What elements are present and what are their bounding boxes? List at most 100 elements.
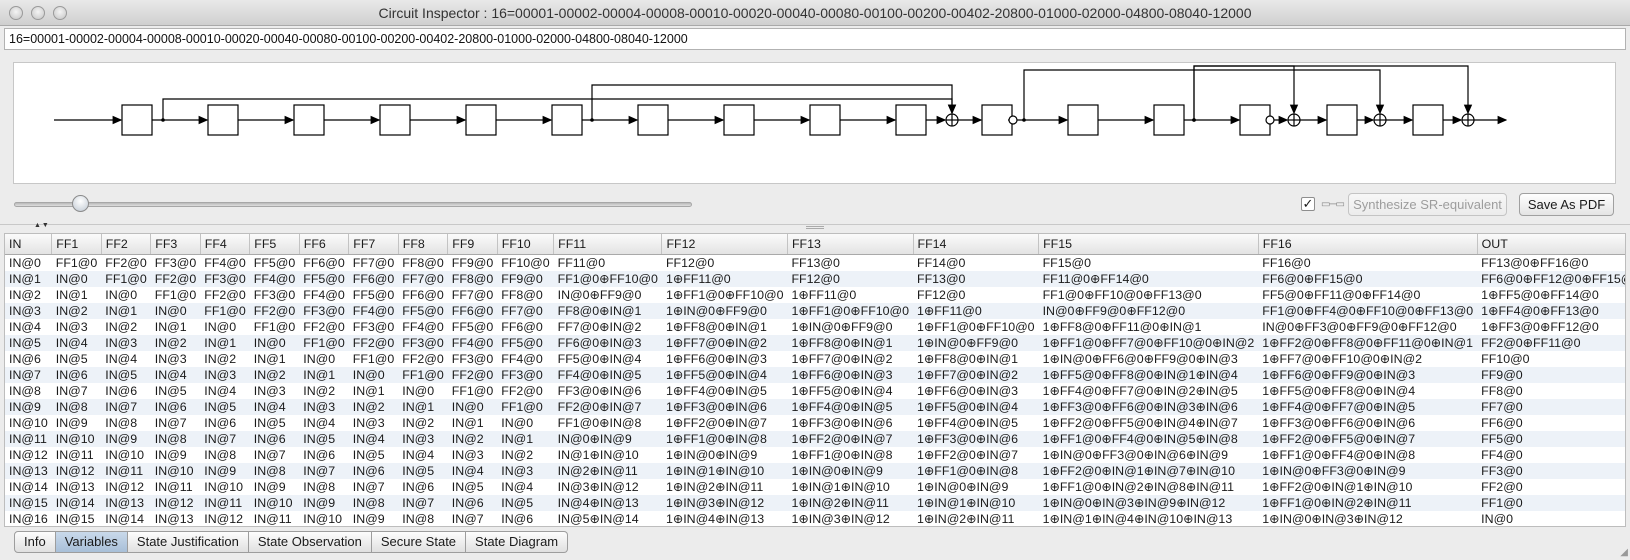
tab-state-diagram[interactable]: State Diagram <box>466 531 569 553</box>
tab-secure-state[interactable]: Secure State <box>371 531 467 553</box>
table-cell: FF2@0 <box>303 319 345 334</box>
title-bar: Circuit Inspector : 16=00001-00002-00004… <box>0 0 1630 26</box>
table-cell: 1⊕IN@0⊕IN@3⊕IN@12 <box>1262 511 1403 526</box>
column-header[interactable]: FF8 <box>398 234 449 255</box>
column-header[interactable]: IN <box>5 234 53 255</box>
table-cell: FF2@0 <box>447 366 498 383</box>
table-cell: 1⊕FF7@0⊕IN@2 <box>661 334 788 351</box>
table-cell: IN@14 <box>51 494 102 511</box>
table-row[interactable]: IN@16 IN@15 IN@14 IN@13 IN@12 IN@11 IN@10 IN@9 I… <box>5 511 1625 527</box>
column-header[interactable]: FF12 <box>661 234 788 255</box>
shift-register-checkbox[interactable]: ✓ <box>1301 197 1315 211</box>
table-cell: FF7@0 <box>497 302 554 319</box>
synthesize-sr-equivalent-button[interactable]: Synthesize SR-equivalent <box>1348 193 1507 216</box>
table-cell: IN@1 <box>398 398 448 415</box>
column-header[interactable]: FF3 <box>150 234 201 255</box>
table-row[interactable]: IN@6 IN@5 IN@4 IN@3 IN@2 IN@1 IN@0 FF1@0 FF2@0 FF… <box>5 351 1625 367</box>
table-cell: FF6@0⊕IN@3 <box>553 334 662 351</box>
window-resize-grip-icon[interactable]: ◢ <box>1620 547 1628 558</box>
table-row[interactable]: IN@3 IN@2 IN@1 IN@0 FF1@0 FF2@0 FF3@0 FF4@0 FF5@… <box>5 302 1625 319</box>
table-cell: FF2@0 <box>204 287 246 302</box>
table-cell: IN@11 <box>154 479 193 494</box>
table-cell: FF4@0 <box>402 319 444 334</box>
save-as-pdf-button[interactable]: Save As PDF <box>1519 193 1614 216</box>
table-cell: IN@5 <box>5 334 52 351</box>
column-header[interactable]: FF4 <box>200 234 251 255</box>
table-row[interactable]: IN@7 IN@6 IN@5 IN@4 IN@3 IN@2 IN@1 IN@0 FF1@0 FF2… <box>5 366 1625 383</box>
table-cell: 1⊕FF6@0⊕IN@3 <box>787 366 914 383</box>
column-header[interactable]: FF10 <box>497 234 555 255</box>
table-row[interactable]: IN@11 IN@10 IN@9 IN@8 IN@7 IN@6 IN@5 IN@4 IN@3 IN… <box>5 430 1625 447</box>
table-cell: FF1@0 <box>1477 494 1625 511</box>
split-collapse-arrows-icon[interactable]: ▲▼ <box>34 222 50 229</box>
zoom-slider-thumb[interactable] <box>72 195 89 212</box>
table-cell: IN@1 <box>497 430 554 447</box>
column-header[interactable]: OUT <box>1477 234 1625 255</box>
table-cell: 1⊕FF3@0⊕FF6@0⊕IN@3⊕IN@6 <box>1038 398 1259 415</box>
column-header[interactable]: FF6 <box>299 234 350 255</box>
column-header[interactable]: FF15 <box>1038 234 1259 255</box>
table-cell: IN@13 <box>55 479 95 494</box>
zoom-slider-track[interactable] <box>14 202 692 207</box>
table-row[interactable]: IN@8 IN@7 IN@6 IN@5 IN@4 IN@3 IN@2 IN@1 IN@0 FF1@… <box>5 383 1625 399</box>
table-row[interactable]: IN@9 IN@8 IN@7 IN@6 IN@5 IN@4 IN@3 IN@2 IN@1 IN@0… <box>5 398 1625 415</box>
table-cell: FF8@0 <box>501 287 543 302</box>
table-cell: 1⊕FF5@0⊕FF8@0⊕IN@1⊕IN@4 <box>1038 366 1259 383</box>
table-cell: FF16@0 <box>1262 255 1311 270</box>
table-cell: IN@0 <box>105 287 138 302</box>
table-cell: IN@0 <box>447 398 498 415</box>
table-row[interactable]: IN@1 IN@0 FF1@0 FF2@0 FF3@0 FF4@0 FF5@0 FF6@0 FF… <box>5 270 1625 287</box>
tab-info[interactable]: Info <box>14 531 56 553</box>
table-cell: IN@10 <box>249 494 300 511</box>
table-cell: FF2@0 <box>1481 479 1523 494</box>
table-cell: IN@0 <box>249 334 300 351</box>
table-cell: IN@10 <box>9 415 48 430</box>
table-cell: FF2@0 <box>402 351 444 366</box>
table-cell: 1⊕IN@1⊕IN@10 <box>913 494 1039 511</box>
table-cell: IN@6 <box>105 383 138 398</box>
split-grip-icon[interactable] <box>806 226 824 229</box>
flip-flop-box <box>1067 104 1099 136</box>
column-header[interactable]: FF2 <box>101 234 152 255</box>
table-cell: FF1@0 <box>55 255 98 270</box>
table-cell: IN@2 <box>303 383 336 398</box>
column-header[interactable]: FF7 <box>348 234 399 255</box>
variables-grid: IN FF1 FF2 FF3 FF4 FF5 FF6 FF7 FF8 FF9 FF10 FF11 FF1… <box>5 234 1625 527</box>
table-row[interactable]: IN@13 IN@12 IN@11 IN@10 IN@9 IN@8 IN@7 IN@6 IN@5… <box>5 462 1625 479</box>
expression-field[interactable]: 16=00001-00002-00004-00008-00010-00020-0… <box>4 28 1626 50</box>
table-cell: 1⊕FF2@0⊕FF5@0⊕IN@7 <box>1258 430 1478 447</box>
column-header[interactable]: FF1 <box>51 234 102 255</box>
table-cell: IN@4 <box>204 383 237 398</box>
flip-flop-box <box>207 104 239 136</box>
table-cell: 1⊕IN@3⊕IN@12 <box>661 494 788 511</box>
table-row[interactable]: IN@12 IN@11 IN@10 IN@9 IN@8 IN@7 IN@6 IN@5 IN@4 I… <box>5 447 1625 463</box>
tab-state-observation[interactable]: State Observation <box>248 531 372 553</box>
table-row[interactable]: IN@2 IN@1 IN@0 FF1@0 FF2@0 FF3@0 FF4@0 FF5@0 FF6… <box>5 287 1625 303</box>
table-row[interactable]: IN@10 IN@9 IN@8 IN@7 IN@6 IN@5 IN@4 IN@3 IN@2 IN@… <box>5 415 1625 431</box>
table-cell: 1⊕FF1@0⊕IN@8 <box>661 430 788 447</box>
tab-state-justification[interactable]: State Justification <box>127 531 249 553</box>
column-header[interactable]: FF9 <box>447 234 498 255</box>
table-cell: FF14@0 <box>917 255 966 270</box>
table-cell: 1⊕FF2@0⊕IN@1⊕IN@7⊕IN@10 <box>1038 462 1259 479</box>
table-cell: IN@11 <box>101 462 151 479</box>
table-row[interactable]: IN@5 IN@4 IN@3 IN@2 IN@1 IN@0 FF1@0 FF2@0 FF3@0 F… <box>5 334 1625 351</box>
table-cell: 1⊕FF4@0⊕IN@5 <box>917 415 1019 430</box>
column-header[interactable]: FF14 <box>913 234 1040 255</box>
table-row[interactable]: IN@15 IN@14 IN@13 IN@12 IN@11 IN@10 IN@9 IN@8 IN… <box>5 494 1625 511</box>
table-row[interactable]: IN@0 FF1@0 FF2@0 FF3@0 FF4@0 FF5@0 FF6@0 FF7@0 F… <box>5 254 1625 271</box>
column-header[interactable]: FF11 <box>553 234 663 255</box>
table-row[interactable]: IN@4 IN@3 IN@2 IN@1 IN@0 FF1@0 FF2@0 FF3@0 FF4@0… <box>5 319 1625 335</box>
column-header[interactable]: FF5 <box>249 234 300 255</box>
table-cell: FF4@0 <box>1481 447 1523 462</box>
column-header[interactable]: FF16 <box>1258 234 1478 255</box>
table-cell: IN@3⊕IN@12 <box>557 479 639 494</box>
column-header[interactable]: FF13 <box>787 234 914 255</box>
table-row[interactable]: IN@14 IN@13 IN@12 IN@11 IN@10 IN@9 IN@8 IN@7 IN@… <box>5 479 1625 495</box>
table-cell: FF12@0 <box>665 255 715 270</box>
table-cell: IN@4 <box>51 334 102 351</box>
table-cell: 1⊕IN@3⊕IN@12 <box>791 511 890 526</box>
tab-variables[interactable]: Variables <box>55 531 128 553</box>
circuit-svg <box>54 65 1508 136</box>
table-cell: IN@10 <box>51 430 102 447</box>
